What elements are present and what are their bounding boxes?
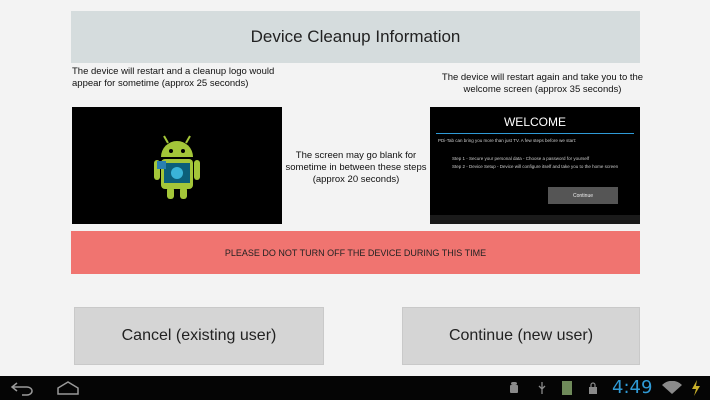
- step1-description: The device will restart and a cleanup lo…: [72, 66, 275, 89]
- step2-description: The screen may go blank for sometime in …: [285, 150, 427, 185]
- battery-charging-icon: [692, 380, 700, 396]
- welcome-navbar: [430, 215, 640, 224]
- clock: 4:49: [612, 377, 653, 398]
- back-arrow-icon[interactable]: [10, 380, 36, 396]
- usb-icon: [538, 382, 546, 394]
- welcome-step1: Step 1 - Secure your personal data - Cho…: [452, 156, 590, 161]
- welcome-screen-image: WELCOME PDi-Tab can bring you more than …: [430, 107, 640, 224]
- system-navbar: 4:49: [0, 376, 710, 400]
- welcome-title: WELCOME: [503, 115, 566, 129]
- welcome-intro: PDi-Tab can bring you more than just TV.…: [438, 138, 577, 143]
- warning-banner: PLEASE DO NOT TURN OFF THE DEVICE DURING…: [71, 231, 640, 274]
- sd-card-icon: [562, 381, 572, 395]
- cleanup-logo-image: [72, 107, 282, 224]
- continue-new-user-button[interactable]: Continue (new user): [402, 307, 640, 365]
- home-icon[interactable]: [56, 380, 80, 396]
- page-title: Device Cleanup Information: [71, 11, 640, 63]
- step3-description: The device will restart again and take y…: [441, 72, 644, 95]
- cancel-existing-user-button[interactable]: Cancel (existing user): [74, 307, 324, 365]
- welcome-step2: Step 2 - Device Setup - Device will conf…: [452, 164, 619, 169]
- android-robot-icon: [154, 135, 200, 199]
- lock-icon: [589, 382, 597, 394]
- welcome-divider: [436, 133, 634, 134]
- welcome-continue-button: Continue: [548, 187, 618, 204]
- wifi-icon: [662, 381, 682, 394]
- android-debug-icon: [510, 382, 518, 393]
